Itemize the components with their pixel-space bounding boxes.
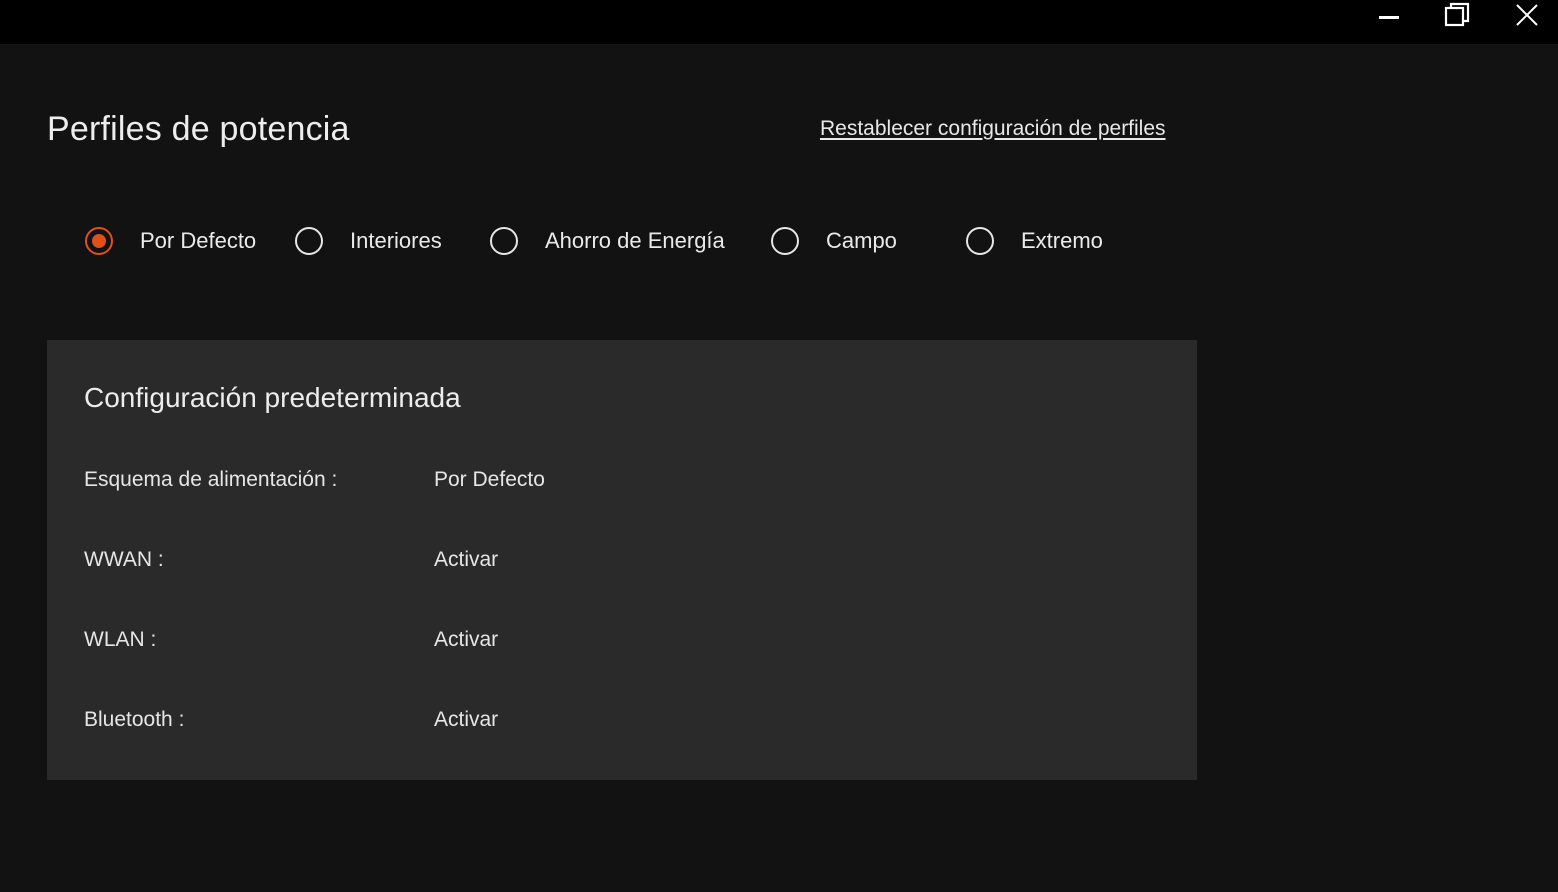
radio-label: Campo [826, 228, 897, 253]
setting-value: Activar [434, 548, 499, 571]
page-title: Perfiles de potencia [47, 110, 350, 148]
radio-label: Por Defecto [140, 228, 257, 253]
setting-row-wlan: WLAN : Activar [84, 628, 1164, 658]
radio-button[interactable] [295, 227, 323, 255]
radio-selected-dot [92, 234, 106, 248]
settings-panel: Configuración predeterminada Esquema de … [47, 340, 1197, 780]
setting-label: WLAN : [84, 628, 157, 651]
radio-option-ahorro-de-energia[interactable]: Ahorro de Energía [490, 224, 725, 258]
setting-label: Bluetooth : [84, 708, 185, 731]
power-profile-radio-group: Por Defecto Interiores Ahorro de Energía… [0, 224, 1558, 258]
reset-profiles-link[interactable]: Restablecer configuración de perfiles [820, 117, 1166, 141]
minimize-icon [1379, 16, 1399, 19]
radio-button-checked[interactable] [85, 227, 113, 255]
radio-option-interiores[interactable]: Interiores [295, 224, 442, 258]
setting-value: Por Defecto [434, 468, 545, 491]
radio-option-por-defecto[interactable]: Por Defecto [85, 224, 256, 258]
radio-label: Ahorro de Energía [545, 228, 725, 253]
radio-button[interactable] [490, 227, 518, 255]
setting-row-power-scheme: Esquema de alimentación : Por Defecto [84, 468, 1164, 498]
radio-label: Interiores [350, 228, 442, 253]
setting-label: Esquema de alimentación : [84, 468, 338, 491]
setting-row-wwan: WWAN : Activar [84, 548, 1164, 578]
restore-icon [1444, 2, 1470, 27]
maximize-button[interactable] [1434, 0, 1480, 30]
setting-value: Activar [434, 708, 499, 731]
panel-title: Configuración predeterminada [84, 382, 461, 413]
radio-label: Extremo [1021, 228, 1103, 253]
setting-row-bluetooth: Bluetooth : Activar [84, 708, 1164, 738]
setting-label: WWAN : [84, 548, 164, 571]
close-icon [1516, 4, 1538, 26]
setting-value: Activar [434, 628, 499, 651]
radio-option-campo[interactable]: Campo [771, 224, 897, 258]
radio-option-extremo[interactable]: Extremo [966, 224, 1103, 258]
minimize-button[interactable] [1366, 0, 1412, 30]
radio-button[interactable] [771, 227, 799, 255]
close-button[interactable] [1504, 0, 1550, 30]
title-bar [0, 0, 1558, 44]
radio-button[interactable] [966, 227, 994, 255]
